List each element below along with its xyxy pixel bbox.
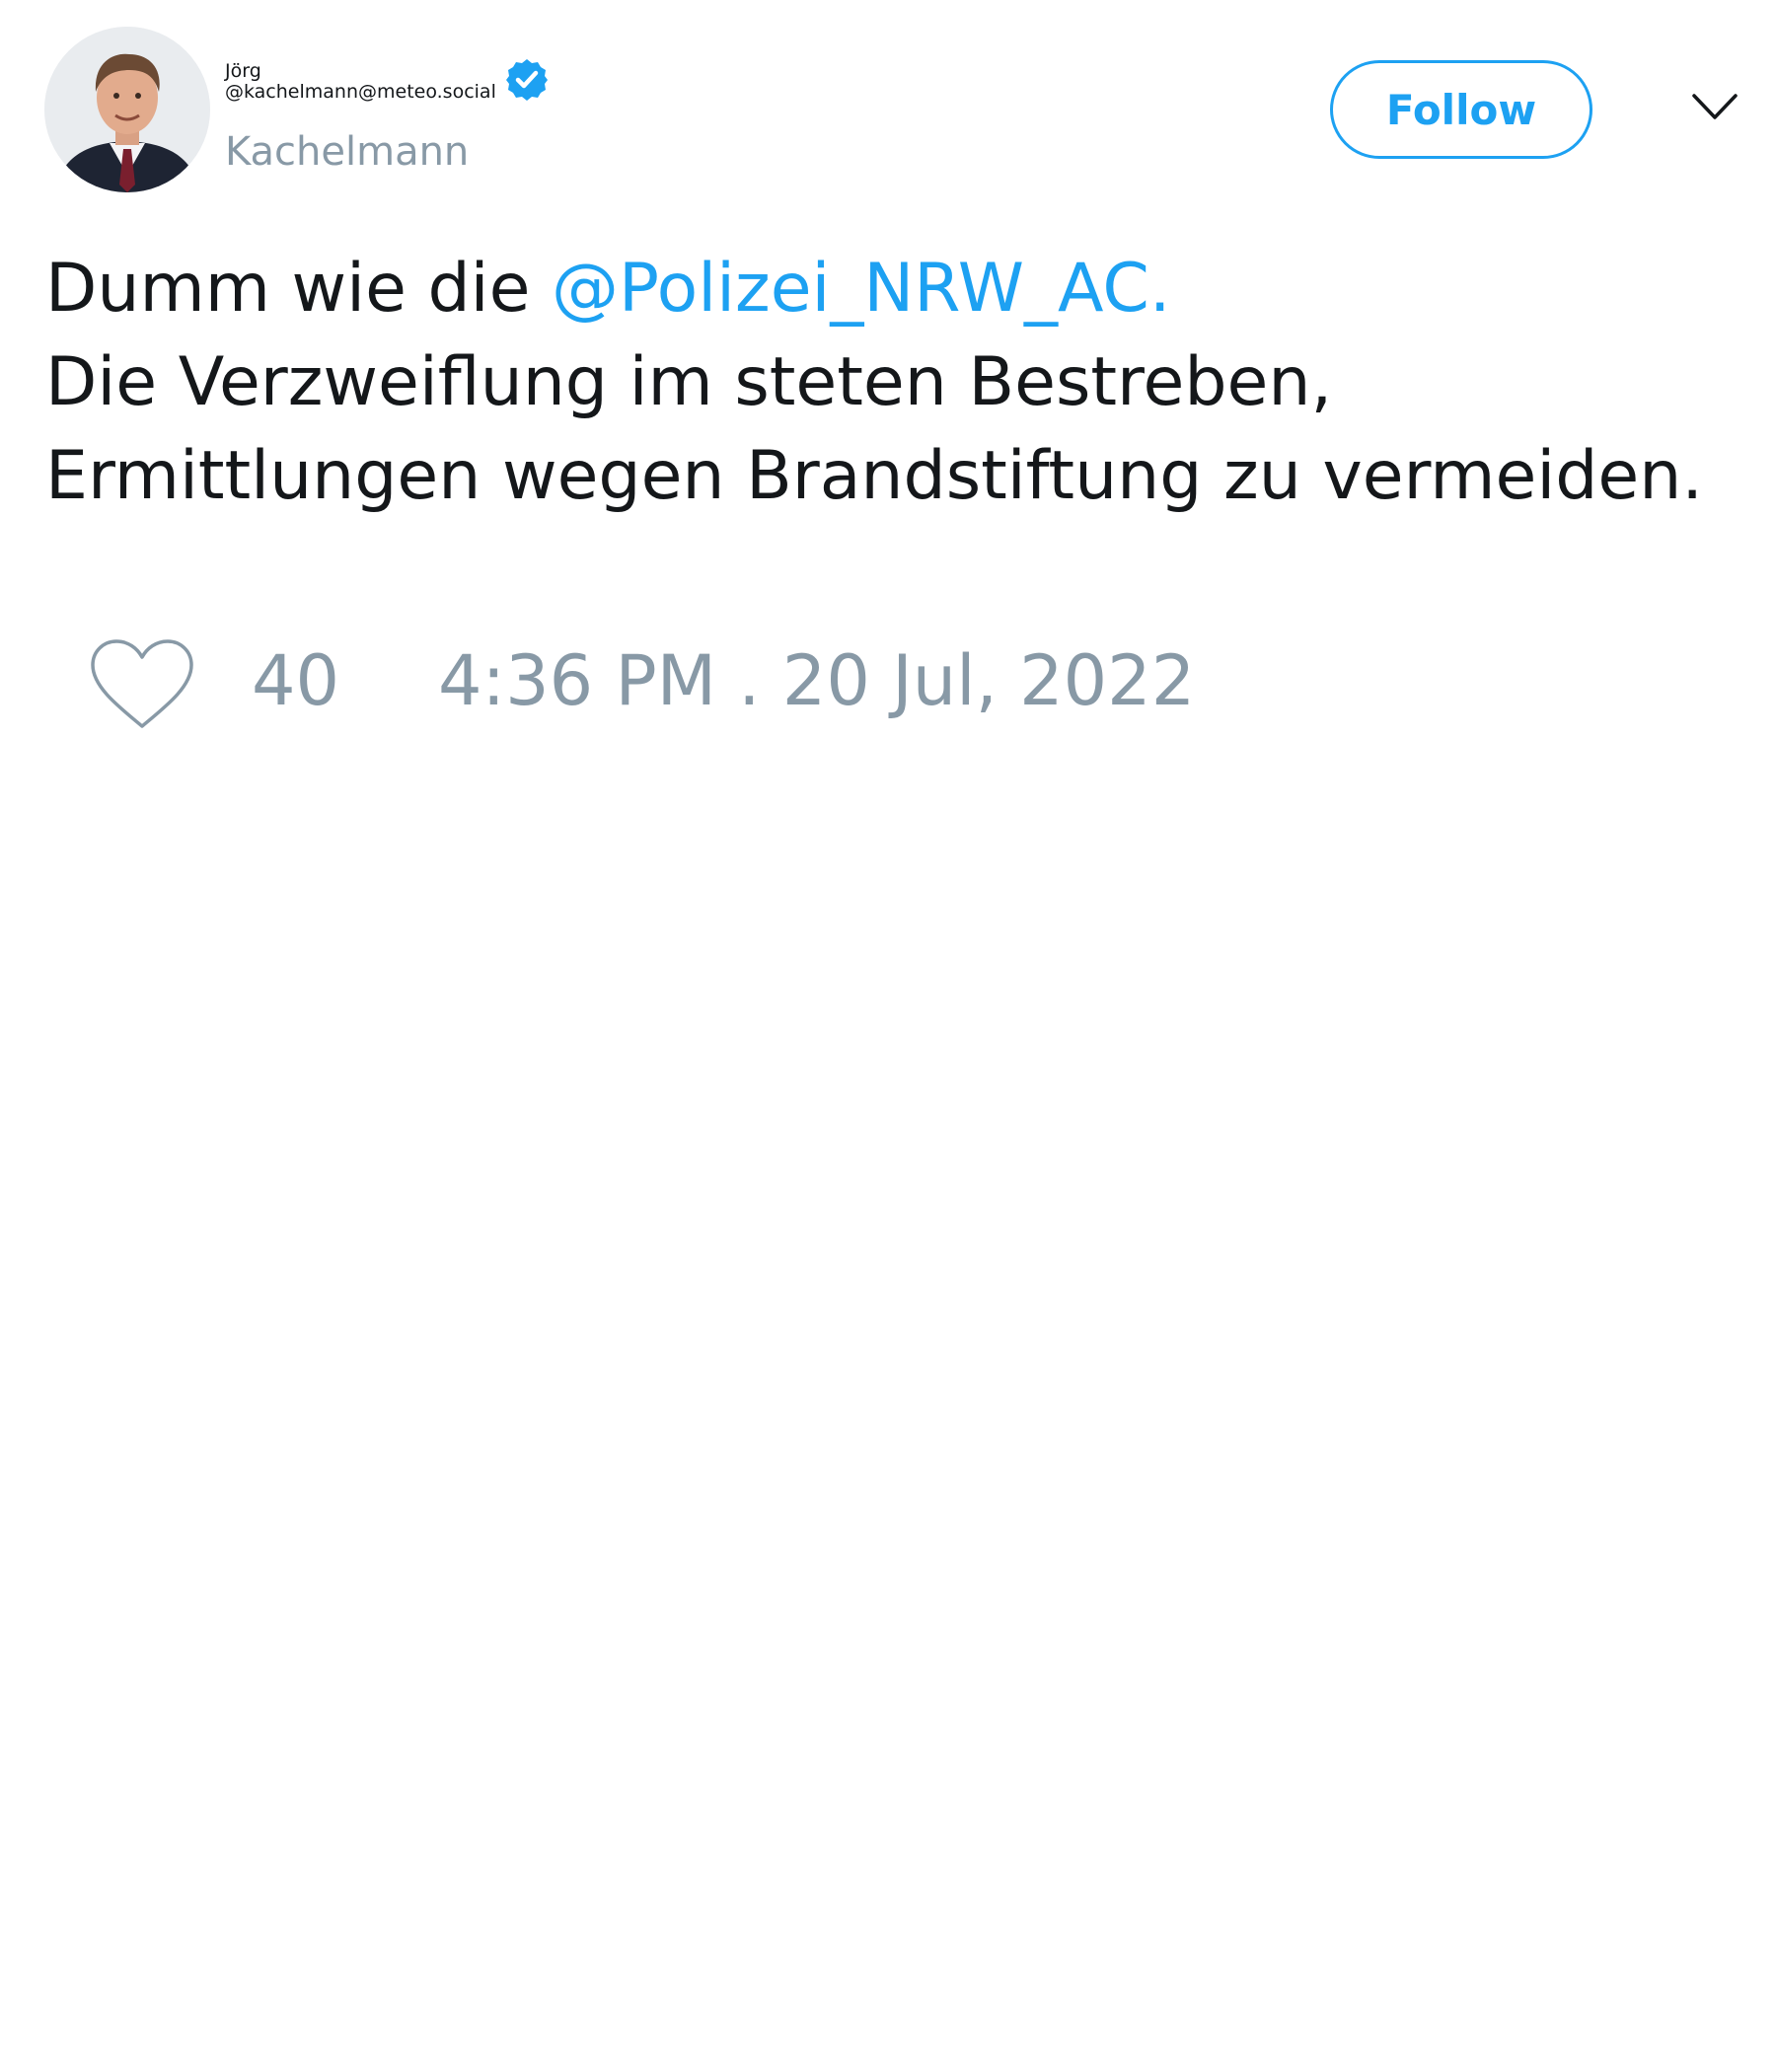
- avatar-photo: [44, 27, 210, 192]
- tweet-line-2: Die Verzweiflung im steten Bestreben,: [45, 343, 1333, 421]
- avatar[interactable]: [44, 27, 210, 192]
- chevron-down-icon[interactable]: [1691, 92, 1739, 121]
- mention-link[interactable]: @Polizei_NRW_AC.: [552, 250, 1170, 328]
- tweet-line-1-text: Dumm wie die: [45, 250, 553, 328]
- author-first-name[interactable]: Jörg: [225, 61, 261, 81]
- heart-icon[interactable]: [89, 637, 195, 730]
- verified-badge-icon: [506, 59, 548, 101]
- tweet-card: Jörg @kachelmann@meteo.social Kachelmann…: [0, 0, 1776, 2072]
- tweet-line-3: Ermittlungen wegen Brandstiftung zu verm…: [45, 437, 1703, 515]
- tweet-text: Dumm wie die @Polizei_NRW_AC. Die Verzwe…: [45, 242, 1742, 523]
- tweet-timestamp[interactable]: 4:36 PM . 20 Jul, 2022: [438, 641, 1195, 720]
- like-count: 40: [252, 640, 340, 721]
- tweet-line-1: Dumm wie die @Polizei_NRW_AC.: [45, 242, 1742, 335]
- author-handle[interactable]: @kachelmann@meteo.social: [225, 81, 496, 103]
- follow-button[interactable]: Follow: [1330, 60, 1592, 159]
- author-surname[interactable]: Kachelmann: [225, 128, 469, 176]
